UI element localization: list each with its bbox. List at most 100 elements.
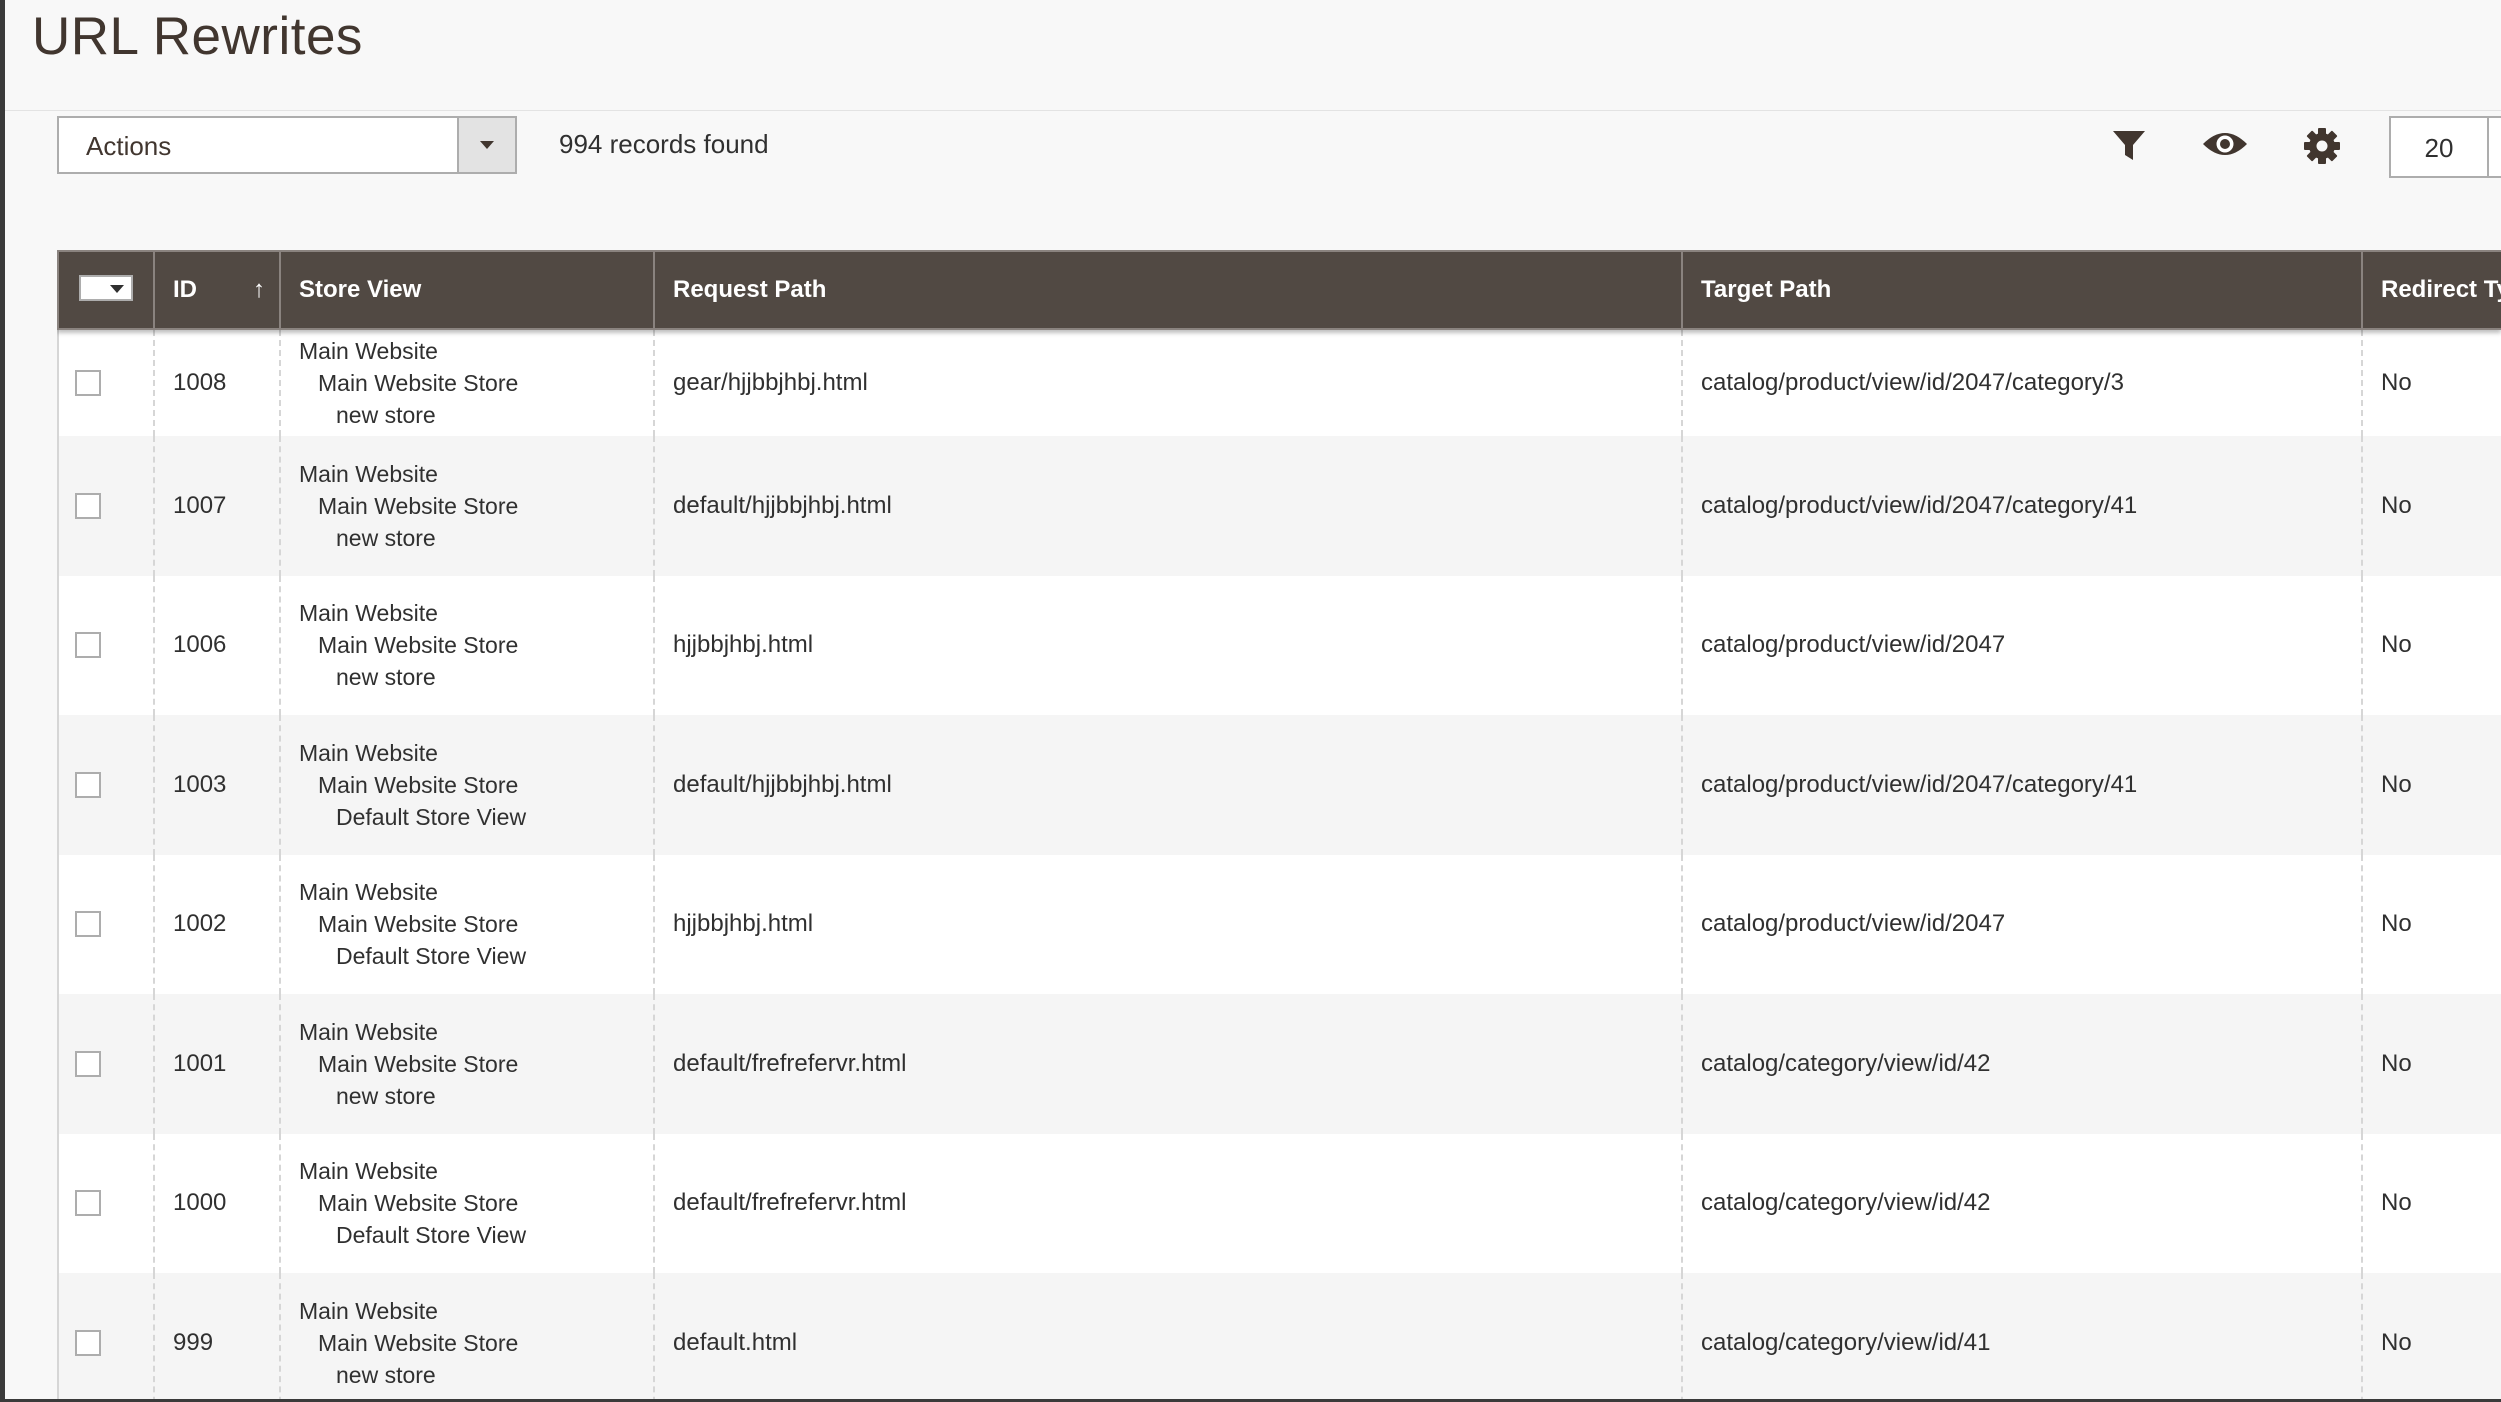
store-view-website: Main Website [299, 879, 438, 906]
request-path-cell: hjjbbjhbj.html [655, 575, 1683, 715]
window-left-border [0, 0, 5, 1402]
table-row[interactable]: 1002 Main Website Main Website Store Defaul… [57, 854, 2501, 994]
request-path-cell: default/hjjbbjhbj.html [655, 436, 1683, 576]
request-path-cell: default/hjjbbjhbj.html [655, 715, 1683, 855]
url-rewrites-grid: ID ↑ Store View Request Path Target Path… [57, 250, 2501, 1402]
store-view-store: Main Website Store [318, 911, 519, 938]
store-view-website: Main Website [299, 1158, 438, 1185]
store-view-store: Main Website Store [318, 632, 519, 659]
target-path-cell: catalog/product/view/id/2047 [1683, 854, 2363, 994]
row-select-cell [59, 715, 155, 855]
redirect-type-cell: No [2381, 491, 2412, 519]
store-view-website: Main Website [299, 1297, 438, 1324]
row-checkbox[interactable] [75, 370, 101, 396]
mass-select-column [59, 252, 155, 328]
per-page-selector[interactable]: 20 [2389, 116, 2501, 178]
table-row[interactable]: 1003 Main Website Main Website Store Defaul… [57, 715, 2501, 855]
mass-select-checkbox[interactable] [83, 279, 107, 299]
table-row[interactable]: 1001 Main Website Main Website Store new st… [57, 994, 2501, 1134]
table-row[interactable]: 1007 Main Website Main Website Store new st… [57, 436, 2501, 576]
table-row[interactable]: 999 Main Website Main Website Store new sto… [57, 1273, 2501, 1402]
row-checkbox[interactable] [75, 632, 101, 659]
store-view-store: Main Website Store [318, 1329, 519, 1356]
store-view-cell: Main Website Main Website Store Default St… [281, 715, 655, 855]
table-row[interactable]: 1000 Main Website Main Website Store Defaul… [57, 1133, 2501, 1273]
page-title: URL Rewrites [32, 7, 363, 66]
request-path-cell: gear/hjjbbjhbj.html [655, 330, 1683, 436]
row-checkbox[interactable] [75, 492, 101, 519]
request-path-cell: default/frefrefervr.html [655, 994, 1683, 1134]
store-view-website: Main Website [299, 460, 438, 487]
eye-icon[interactable] [2201, 124, 2247, 168]
store-view-website: Main Website [299, 338, 438, 364]
store-view-view: new store [336, 402, 436, 428]
store-view-view: new store [336, 1361, 436, 1388]
id-cell: 1003 [155, 715, 281, 855]
redirect-type-cell: No [2381, 1049, 2412, 1077]
column-header-target-path[interactable]: Target Path [1683, 252, 2363, 328]
store-view-cell: Main Website Main Website Store new store [281, 575, 655, 715]
store-view-cell: Main Website Main Website Store Default St… [281, 1133, 655, 1273]
store-view-view: Default Store View [336, 1222, 527, 1249]
records-count: 994 records found [559, 129, 769, 159]
request-path-cell: default.html [655, 1273, 1683, 1402]
grid-body: 1008 Main Website Main Website Store new st… [57, 330, 2501, 1402]
store-view-website: Main Website [299, 739, 438, 766]
store-view-cell: Main Website Main Website Store new store [281, 436, 655, 576]
target-path-cell: catalog/category/view/id/42 [1683, 1133, 2363, 1273]
row-checkbox[interactable] [75, 771, 101, 798]
row-checkbox[interactable] [75, 1190, 101, 1217]
table-row[interactable]: 1006 Main Website Main Website Store new st… [57, 575, 2501, 715]
target-path-cell: catalog/category/view/id/42 [1683, 994, 2363, 1134]
gear-icon[interactable] [2300, 124, 2344, 168]
target-path-cell: catalog/product/view/id/2047 [1683, 575, 2363, 715]
store-view-store: Main Website Store [318, 370, 519, 396]
column-header-request-path[interactable]: Request Path [655, 252, 1683, 328]
row-select-cell [59, 994, 155, 1134]
row-select-cell [59, 330, 155, 436]
store-view-view: Default Store View [336, 943, 527, 970]
request-path-cell: default/frefrefervr.html [655, 1133, 1683, 1273]
filter-icon[interactable] [2108, 124, 2152, 168]
per-page-value: 20 [2424, 133, 2454, 163]
row-select-cell [59, 1133, 155, 1273]
mass-select-dropdown[interactable] [79, 275, 133, 301]
store-view-view: new store [336, 1082, 436, 1109]
id-cell: 1008 [155, 330, 281, 436]
id-cell: 1006 [155, 575, 281, 715]
id-cell: 1002 [155, 854, 281, 994]
column-header-redirect-type[interactable]: Redirect Ty [2363, 252, 2501, 328]
target-path-cell: catalog/product/view/id/2047/category/41 [1683, 715, 2363, 855]
id-cell: 1000 [155, 1133, 281, 1273]
store-view-store: Main Website Store [318, 492, 519, 519]
store-view-website: Main Website [299, 600, 438, 627]
row-checkbox[interactable] [75, 911, 101, 938]
column-header-id[interactable]: ID ↑ [155, 252, 281, 328]
store-view-view: new store [336, 664, 436, 691]
row-checkbox[interactable] [75, 1050, 101, 1077]
target-path-cell: catalog/category/view/id/41 [1683, 1273, 2363, 1402]
store-view-view: Default Store View [336, 803, 527, 830]
redirect-type-cell: No [2381, 770, 2412, 798]
table-row[interactable]: 1008 Main Website Main Website Store new st… [57, 330, 2501, 436]
chevron-down-icon[interactable] [110, 285, 124, 293]
column-header-store-view[interactable]: Store View [281, 252, 655, 328]
row-select-cell [59, 854, 155, 994]
target-path-cell: catalog/product/view/id/2047/category/3 [1683, 330, 2363, 436]
store-view-view: new store [336, 524, 436, 551]
title-divider [5, 110, 2501, 111]
redirect-type-cell: No [2381, 1189, 2412, 1217]
store-view-website: Main Website [299, 1018, 438, 1045]
request-path-cell: hjjbbjhbj.html [655, 854, 1683, 994]
chevron-down-icon[interactable] [457, 118, 515, 172]
store-view-cell: Main Website Main Website Store new store [281, 994, 655, 1134]
store-view-store: Main Website Store [318, 771, 519, 798]
redirect-type-cell: No [2381, 910, 2412, 938]
store-view-cell: Main Website Main Website Store new store [281, 330, 655, 436]
store-view-store: Main Website Store [318, 1050, 519, 1077]
id-cell: 1007 [155, 436, 281, 576]
store-view-cell: Main Website Main Website Store new store [281, 1273, 655, 1402]
store-view-cell: Main Website Main Website Store Default St… [281, 854, 655, 994]
row-checkbox[interactable] [75, 1329, 101, 1356]
actions-dropdown[interactable]: Actions [57, 116, 517, 174]
